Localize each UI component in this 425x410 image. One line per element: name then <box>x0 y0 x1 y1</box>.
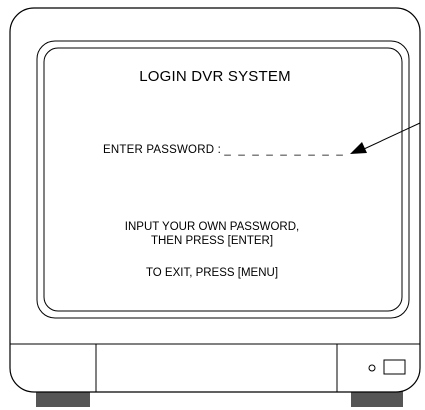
password-row: ENTER PASSWORD : _ _ _ _ _ _ _ _ _ <box>103 144 345 157</box>
right-foot <box>351 391 403 407</box>
instruction-line-1: INPUT YOUR OWN PASSWORD, <box>124 221 300 233</box>
front-button-icon[interactable] <box>383 359 406 375</box>
exit-hint: TO EXIT, PRESS [MENU] <box>145 267 279 279</box>
dvr-monitor-illustration <box>9 7 421 407</box>
instruction-line-2: THEN PRESS [ENTER] <box>150 235 274 247</box>
password-field[interactable]: _ _ _ _ _ _ _ _ _ <box>224 144 345 156</box>
password-label: ENTER PASSWORD : <box>103 144 221 156</box>
login-title: LOGIN DVR SYSTEM <box>139 68 291 85</box>
power-led-icon <box>368 364 376 372</box>
left-foot <box>36 391 90 407</box>
